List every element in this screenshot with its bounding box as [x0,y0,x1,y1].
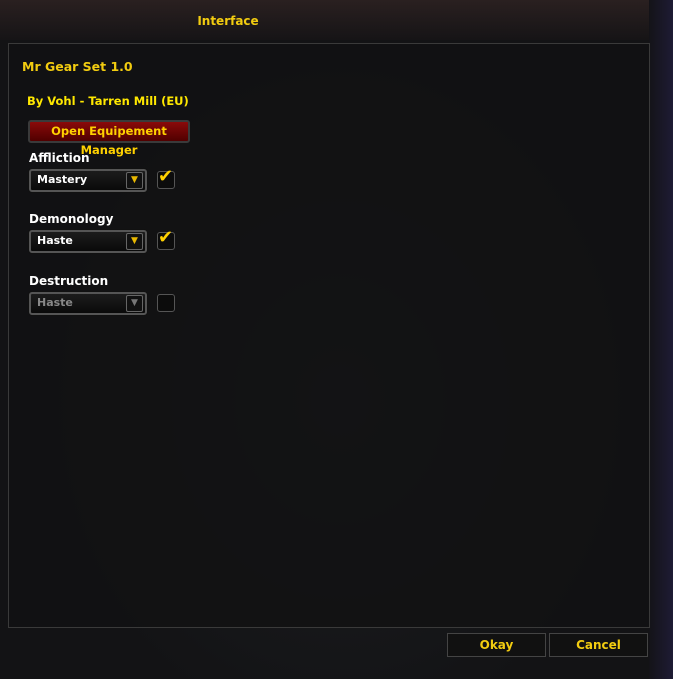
demonology-dropdown[interactable]: Haste ▼ [29,230,147,253]
destruction-dropdown[interactable]: Haste ▼ [29,292,147,315]
destruction-checkbox[interactable] [157,294,175,312]
affliction-checkbox[interactable]: ✔ [157,166,175,189]
dropdown-value: Haste [37,296,73,309]
chevron-down-icon[interactable]: ▼ [126,233,143,250]
right-edge [649,0,673,679]
addon-title: Mr Gear Set 1.0 [22,59,133,74]
spec-label-demonology: Demonology [29,212,114,226]
dropdown-value: Mastery [37,173,88,186]
checkmark-icon: ✔ [158,166,174,187]
demonology-checkbox[interactable]: ✔ [157,227,175,250]
spec-label-destruction: Destruction [29,274,109,288]
chevron-down-icon[interactable]: ▼ [126,295,143,312]
cancel-button[interactable]: Cancel [549,633,648,657]
affliction-dropdown[interactable]: Mastery ▼ [29,169,147,192]
checkmark-icon: ✔ [158,227,174,248]
dropdown-value: Haste [37,234,73,247]
window-title: Interface [197,14,259,28]
open-equipment-manager-button[interactable]: Open Equipement Manager [28,120,190,157]
chevron-down-icon[interactable]: ▼ [126,172,143,189]
spec-label-affliction: Affliction [29,151,90,165]
author-label: By Vohl - Tarren Mill (EU) [27,94,189,108]
okay-button[interactable]: Okay [447,633,546,657]
